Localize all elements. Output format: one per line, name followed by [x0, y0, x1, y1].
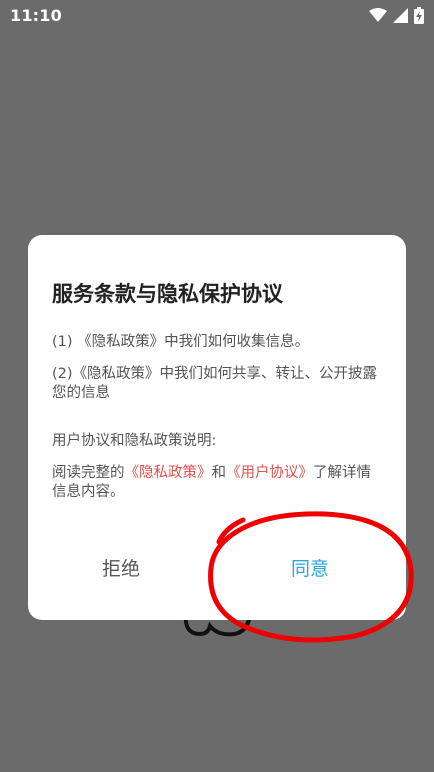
agree-button[interactable]: 同意: [291, 554, 329, 581]
agreement-explanation-label: 用户协议和隐私政策说明:: [52, 433, 217, 449]
battery-charging-icon: [414, 6, 424, 24]
dialog-title: 服务条款与隐私保护协议: [52, 282, 283, 306]
user-agreement-link[interactable]: 《用户协议》: [226, 465, 313, 481]
status-icons: [369, 6, 424, 24]
reject-button[interactable]: 拒绝: [102, 554, 140, 581]
status-time: 11:10: [10, 6, 62, 25]
agreement-description: 阅读完整的《隐私政策》和《用户协议》了解详情信息内容。: [52, 464, 382, 502]
description-prefix: 阅读完整的: [52, 465, 125, 481]
privacy-item-2: (2)《隐私政策》中我们如何共享、转让、公开披露您的信息: [52, 366, 378, 401]
privacy-item-1: (1) 《隐私政策》中我们如何收集信息。: [52, 334, 310, 350]
privacy-agreement-dialog: 服务条款与隐私保护协议 (1) 《隐私政策》中我们如何收集信息。 (2)《隐私政…: [28, 235, 406, 620]
dialog-button-row: 拒绝 同意: [28, 532, 406, 620]
wifi-icon: [369, 8, 387, 22]
status-bar: 11:10: [0, 0, 434, 30]
privacy-policy-link[interactable]: 《隐私政策》: [125, 465, 212, 481]
description-and: 和: [211, 465, 227, 481]
signal-icon: [393, 7, 408, 23]
dialog-body: (1) 《隐私政策》中我们如何收集信息。 (2)《隐私政策》中我们如何共享、转让…: [52, 333, 382, 502]
